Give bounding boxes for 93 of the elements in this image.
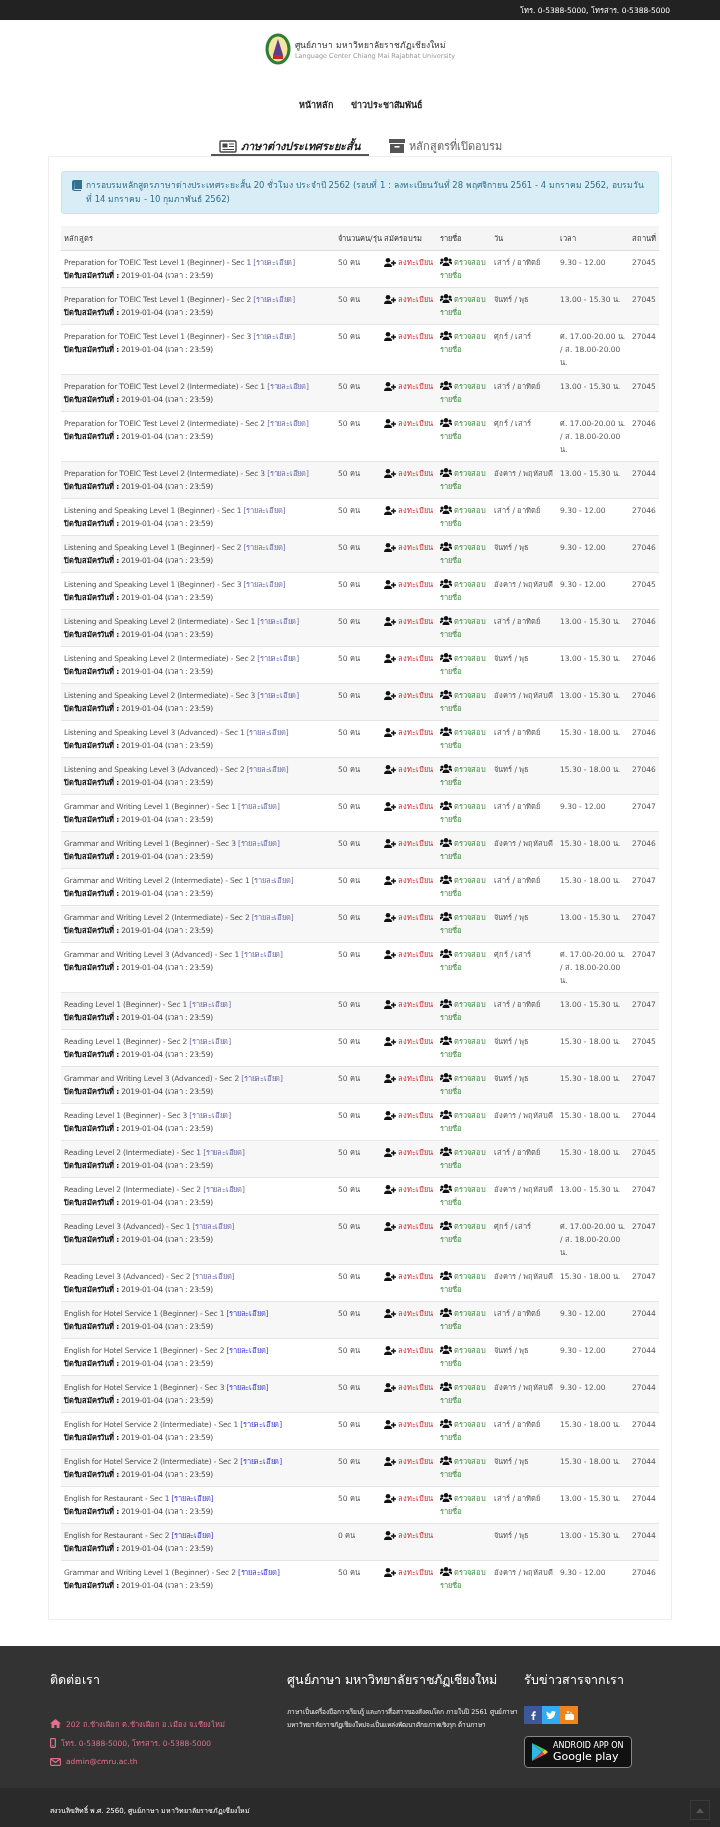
users-icon — [440, 1419, 452, 1428]
users-icon — [440, 801, 452, 810]
users-icon — [440, 616, 452, 625]
user-plus-icon — [384, 506, 396, 515]
user-plus-icon — [384, 1272, 396, 1281]
users-icon — [440, 1308, 452, 1317]
user-plus-icon — [384, 1346, 396, 1355]
mail-icon — [50, 1757, 61, 1766]
users-icon — [440, 468, 452, 477]
user-plus-icon — [384, 1457, 396, 1466]
caret-up-icon — [696, 1807, 704, 1813]
user-plus-icon — [384, 332, 396, 341]
user-plus-icon — [384, 950, 396, 959]
facebook-button[interactable] — [524, 1706, 542, 1724]
user-plus-icon — [384, 543, 396, 552]
users-icon — [440, 331, 452, 340]
users-icon — [440, 764, 452, 773]
user-plus-icon — [384, 654, 396, 663]
users-icon — [440, 1271, 452, 1280]
users-icon — [440, 1456, 452, 1465]
user-plus-icon — [384, 580, 396, 589]
users-icon — [440, 257, 452, 266]
users-icon — [440, 1110, 452, 1119]
users-icon — [440, 1345, 452, 1354]
book-icon — [72, 180, 82, 191]
user-plus-icon — [384, 913, 396, 922]
users-icon — [440, 838, 452, 847]
users-icon — [440, 949, 452, 958]
users-icon — [440, 1036, 452, 1045]
users-icon — [440, 1567, 452, 1576]
users-icon — [440, 1147, 452, 1156]
users-icon — [440, 912, 452, 921]
phone-icon — [50, 1737, 56, 1748]
user-plus-icon — [384, 765, 396, 774]
nav-link[interactable]: หน้าหลัก — [298, 98, 333, 112]
user-plus-icon — [384, 258, 396, 267]
users-icon — [440, 505, 452, 514]
video-icon — [564, 1710, 574, 1720]
tab[interactable]: หลักสูตรที่เปิดอบรม — [380, 138, 510, 156]
user-plus-icon — [384, 1111, 396, 1120]
user-plus-icon — [384, 1494, 396, 1503]
user-plus-icon — [384, 382, 396, 391]
user-plus-icon — [384, 1185, 396, 1194]
users-icon — [440, 1382, 452, 1391]
tab[interactable]: ภาษาต่างประเทศระยะสั้น — [210, 138, 369, 156]
user-plus-icon — [384, 1531, 396, 1540]
users-icon — [440, 1221, 452, 1230]
footer-heading: รับข่าวสารจากเรา — [524, 1671, 625, 1689]
users-icon — [440, 294, 452, 303]
user-plus-icon — [384, 1222, 396, 1231]
nav-link[interactable]: ข่าวประชาสัมพันธ์ — [350, 98, 422, 112]
footer-heading: ติดต่อเรา — [50, 1671, 101, 1689]
users-icon — [440, 875, 452, 884]
user-plus-icon — [384, 876, 396, 885]
user-plus-icon — [384, 728, 396, 737]
user-plus-icon — [384, 1568, 396, 1577]
users-icon — [440, 381, 452, 390]
facebook-icon — [530, 1710, 536, 1720]
user-plus-icon — [384, 802, 396, 811]
newspaper-icon — [218, 139, 237, 153]
user-plus-icon — [384, 691, 396, 700]
footer-heading: ศูนย์ภาษา มหาวิทยาลัยราชภัฏเชียงใหม่ — [287, 1671, 498, 1690]
user-plus-icon — [384, 1383, 396, 1392]
user-plus-icon — [384, 617, 396, 626]
user-plus-icon — [384, 1148, 396, 1157]
users-icon — [440, 1184, 452, 1193]
user-plus-icon — [384, 1000, 396, 1009]
archive-icon — [388, 139, 405, 153]
youtube-button[interactable] — [560, 1706, 578, 1724]
emblem-icon — [264, 33, 291, 65]
user-plus-icon — [384, 1420, 396, 1429]
users-icon — [440, 999, 452, 1008]
users-icon — [440, 579, 452, 588]
bird-icon — [546, 1711, 556, 1719]
users-icon — [440, 1073, 452, 1082]
user-plus-icon — [384, 1037, 396, 1046]
users-icon — [440, 727, 452, 736]
google-play-badge[interactable]: ANDROID APP ON Google play — [524, 1736, 633, 1768]
users-icon — [440, 418, 452, 427]
users-icon — [440, 542, 452, 551]
alert-text: การอบรมหลักสูตรภาษาต่างประเทศระยะสั้น 20 ชั่วโมง ประจำปี 2562 (รอบที่ 1 : ลงทะเบียนวันที่ 28 พฤศจิกายน 2561 - 4 มกราคม 2562, อบรมวันที่ 14 มกราคม - 10 กุมภาพันธ์ 2562) — [86, 178, 645, 206]
scroll-top-button[interactable] — [690, 1800, 710, 1820]
user-plus-icon — [384, 839, 396, 848]
user-plus-icon — [384, 1074, 396, 1083]
users-icon — [440, 690, 452, 699]
home-icon — [50, 1719, 61, 1728]
users-icon — [440, 1493, 452, 1502]
user-plus-icon — [384, 295, 396, 304]
play-store-icon — [531, 1742, 549, 1762]
user-plus-icon — [384, 419, 396, 428]
user-plus-icon — [384, 1309, 396, 1318]
user-plus-icon — [384, 469, 396, 478]
users-icon — [440, 653, 452, 662]
